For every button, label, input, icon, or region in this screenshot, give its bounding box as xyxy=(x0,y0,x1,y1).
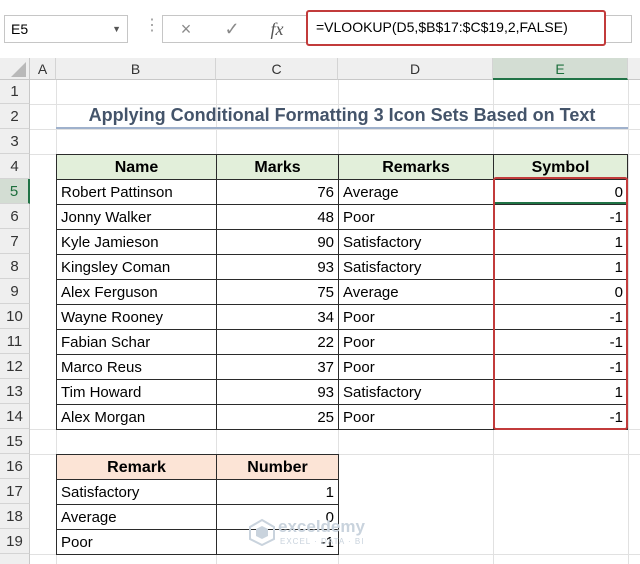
cell-remarks[interactable]: Poor xyxy=(338,329,494,355)
column-header-f[interactable] xyxy=(628,58,640,80)
cell-remarks[interactable]: Poor xyxy=(338,354,494,380)
row-header-5[interactable]: 5 xyxy=(0,179,30,204)
formula-input[interactable]: =VLOOKUP(D5,$B$17:$C$19,2,FALSE) xyxy=(306,10,606,46)
cell-name[interactable]: Marco Reus xyxy=(56,354,217,380)
row-header-4[interactable]: 4 xyxy=(0,154,30,179)
row-header-3[interactable]: 3 xyxy=(0,129,30,154)
row-header-12[interactable]: 12 xyxy=(0,354,30,379)
cell-name[interactable]: Robert Pattinson xyxy=(56,179,217,205)
row-header-6[interactable]: 6 xyxy=(0,204,30,229)
row-header-14[interactable]: 14 xyxy=(0,404,30,429)
name-box-value: E5 xyxy=(11,21,29,37)
header-name[interactable]: Name xyxy=(56,154,217,180)
cell-name[interactable]: Kyle Jamieson xyxy=(56,229,217,255)
cell-marks[interactable]: 76 xyxy=(216,179,339,205)
row-header-7[interactable]: 7 xyxy=(0,229,30,254)
watermark: exceldemy EXCEL · DATA · BI xyxy=(248,515,398,551)
sheet-title: Applying Conditional Formatting 3 Icon S… xyxy=(56,101,628,129)
row-header-1[interactable]: 1 xyxy=(0,80,30,104)
row-header-15[interactable]: 15 xyxy=(0,429,30,454)
column-header-e[interactable]: E xyxy=(493,58,628,80)
row-header-10[interactable]: 10 xyxy=(0,304,30,329)
gridline xyxy=(628,80,629,564)
cell-remark[interactable]: Satisfactory xyxy=(56,479,217,505)
cell-name[interactable]: Tim Howard xyxy=(56,379,217,405)
row-header-8[interactable]: 8 xyxy=(0,254,30,279)
row-header-9[interactable]: 9 xyxy=(0,279,30,304)
row-header-19[interactable]: 19 xyxy=(0,529,30,554)
watermark-tagline: EXCEL · DATA · BI xyxy=(280,537,365,546)
cell-remarks[interactable]: Poor xyxy=(338,404,494,430)
cancel-icon[interactable]: × xyxy=(172,15,200,43)
select-all-icon xyxy=(11,62,26,77)
column-header-d[interactable]: D xyxy=(338,58,493,80)
cell-remarks[interactable]: Satisfactory xyxy=(338,254,494,280)
cell-name[interactable]: Alex Morgan xyxy=(56,404,217,430)
cell-name[interactable]: Kingsley Coman xyxy=(56,254,217,280)
cell-marks[interactable]: 75 xyxy=(216,279,339,305)
symbol-highlight-box xyxy=(493,177,628,430)
fx-icon[interactable]: fx xyxy=(262,15,292,43)
enter-icon[interactable]: ✓ xyxy=(218,15,246,43)
row-header-20[interactable] xyxy=(0,554,30,564)
row-header-17[interactable]: 17 xyxy=(0,479,30,504)
watermark-name: exceldemy xyxy=(278,517,365,536)
cell-remark[interactable]: Poor xyxy=(56,529,217,555)
cell-marks[interactable]: 93 xyxy=(216,254,339,280)
cell-remarks[interactable]: Satisfactory xyxy=(338,229,494,255)
cell-marks[interactable]: 48 xyxy=(216,204,339,230)
cell-name[interactable]: Wayne Rooney xyxy=(56,304,217,330)
cell-name[interactable]: Jonny Walker xyxy=(56,204,217,230)
cell-marks[interactable]: 93 xyxy=(216,379,339,405)
cell-remark[interactable]: Average xyxy=(56,504,217,530)
header-remark[interactable]: Remark xyxy=(56,454,217,480)
column-header-b[interactable]: B xyxy=(56,58,216,80)
cell-remarks[interactable]: Poor xyxy=(338,204,494,230)
row-header-11[interactable]: 11 xyxy=(0,329,30,354)
column-header-a[interactable]: A xyxy=(30,58,56,80)
cell-name[interactable]: Alex Ferguson xyxy=(56,279,217,305)
name-box[interactable]: E5 ▼ xyxy=(4,15,128,43)
row-header-16[interactable]: 16 xyxy=(0,454,30,479)
cell-marks[interactable]: 25 xyxy=(216,404,339,430)
cell-remarks[interactable]: Average xyxy=(338,179,494,205)
gridline xyxy=(30,129,640,130)
cell-remarks[interactable]: Poor xyxy=(338,304,494,330)
row-header-2[interactable]: 2 xyxy=(0,104,30,129)
splitter-handle-icon[interactable]: ⋮ xyxy=(144,18,160,34)
chevron-down-icon[interactable]: ▼ xyxy=(112,16,121,42)
cell-name[interactable]: Fabian Schar xyxy=(56,329,217,355)
cell-marks[interactable]: 90 xyxy=(216,229,339,255)
header-marks[interactable]: Marks xyxy=(216,154,339,180)
row-header-13[interactable]: 13 xyxy=(0,379,30,404)
header-number[interactable]: Number xyxy=(216,454,339,480)
select-all-corner[interactable] xyxy=(0,58,30,80)
cell-remarks[interactable]: Average xyxy=(338,279,494,305)
cell-marks[interactable]: 22 xyxy=(216,329,339,355)
cell-marks[interactable]: 34 xyxy=(216,304,339,330)
cell-marks[interactable]: 37 xyxy=(216,354,339,380)
row-header-18[interactable]: 18 xyxy=(0,504,30,529)
column-header-c[interactable]: C xyxy=(216,58,338,80)
header-remarks[interactable]: Remarks xyxy=(338,154,494,180)
cell-number[interactable]: 1 xyxy=(216,479,339,505)
exceldemy-logo-icon xyxy=(249,518,275,546)
cell-remarks[interactable]: Satisfactory xyxy=(338,379,494,405)
